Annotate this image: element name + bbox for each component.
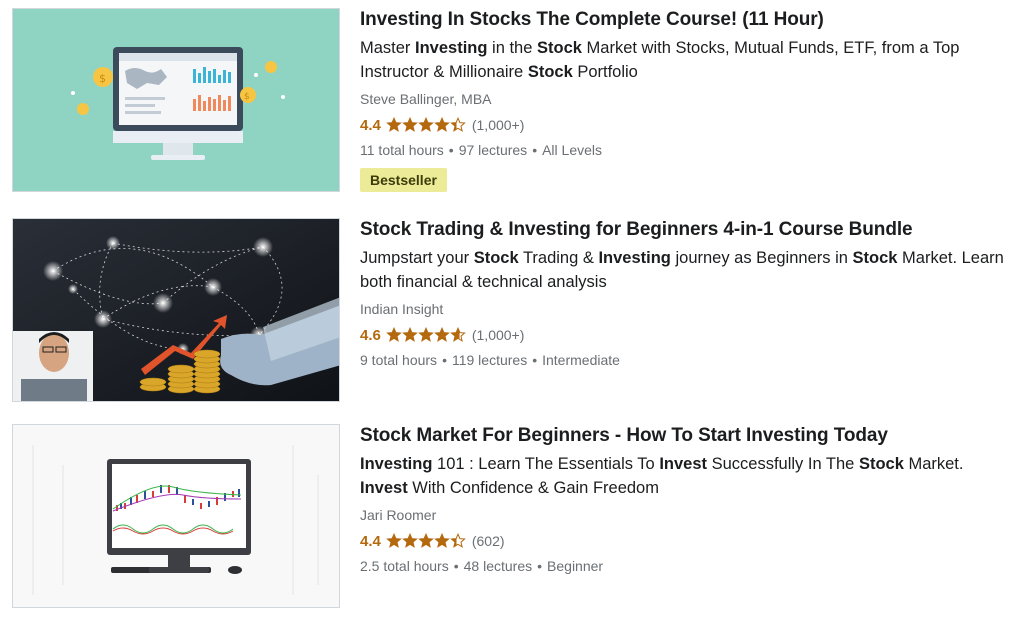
bestseller-badge: Bestseller [360, 168, 447, 192]
star-full-icon [434, 533, 450, 548]
star-full-icon [402, 533, 418, 548]
course-author: Indian Insight [360, 301, 444, 317]
star-rating [386, 117, 466, 133]
rating-value: 4.6 [360, 326, 381, 344]
rating-row: 4.6 (1,000+) [360, 324, 1010, 346]
star-full-icon [402, 117, 418, 132]
course-meta: 9 total hours • 119 lectures • Intermediate [360, 352, 620, 368]
network-growth-icon [13, 219, 339, 401]
course-meta: 2.5 total hours • 48 lectures • Beginner [360, 558, 604, 574]
course-title[interactable]: Investing In Stocks The Complete Course!… [360, 8, 1010, 32]
star-rating [386, 533, 466, 549]
rating-row: 4.4 (1,000+) [360, 114, 1010, 136]
star-full-icon [434, 117, 450, 132]
star-full-icon [386, 117, 402, 132]
course-thumbnail[interactable] [12, 424, 340, 608]
star-rating [386, 327, 466, 343]
rating-count: (1,000+) [471, 117, 525, 133]
star-full-icon [418, 117, 434, 132]
star-full-icon [386, 533, 402, 548]
course-description: Master Investing in the Stock Market wit… [360, 39, 960, 81]
rating-row: 4.4 (602) [360, 530, 1010, 552]
rating-count: (1,000+) [471, 327, 525, 343]
star-full-icon [418, 327, 434, 342]
course-description: Investing 101 : Learn The Essentials To … [360, 455, 964, 497]
monitor-dashboard-icon: $ $ [13, 9, 339, 191]
star-half-icon [450, 327, 466, 342]
star-full-icon [434, 327, 450, 342]
course-thumbnail[interactable]: $ $ [12, 8, 340, 192]
rating-value: 4.4 [360, 532, 381, 550]
course-author: Steve Ballinger, MBA [360, 91, 492, 107]
total-hours: 9 total hours [360, 352, 438, 368]
course-level: Beginner [547, 558, 604, 574]
total-hours: 11 total hours [360, 142, 444, 158]
course-level: All Levels [542, 142, 603, 158]
svg-text:$: $ [244, 92, 250, 102]
rating-count: (602) [471, 533, 505, 549]
course-title[interactable]: Stock Trading & Investing for Beginners … [360, 218, 1010, 242]
total-hours: 2.5 total hours [360, 558, 449, 574]
star-full-icon [402, 327, 418, 342]
computer-chart-icon [13, 425, 339, 607]
star-full-icon [386, 327, 402, 342]
course-description: Jumpstart your Stock Trading & Investing… [360, 249, 1004, 291]
course-author: Jari Roomer [360, 507, 437, 523]
svg-text:$: $ [99, 72, 106, 85]
lectures-count: 97 lectures [458, 142, 528, 158]
course-thumbnail[interactable] [12, 218, 340, 402]
star-half-icon [450, 533, 466, 548]
lectures-count: 119 lectures [451, 352, 528, 368]
lectures-count: 48 lectures [463, 558, 533, 574]
star-half-icon [450, 117, 466, 132]
course-title[interactable]: Stock Market For Beginners - How To Star… [360, 424, 1010, 448]
course-meta: 11 total hours • 97 lectures • All Levels [360, 142, 603, 158]
star-full-icon [418, 533, 434, 548]
course-level: Intermediate [542, 352, 620, 368]
rating-value: 4.4 [360, 116, 381, 134]
